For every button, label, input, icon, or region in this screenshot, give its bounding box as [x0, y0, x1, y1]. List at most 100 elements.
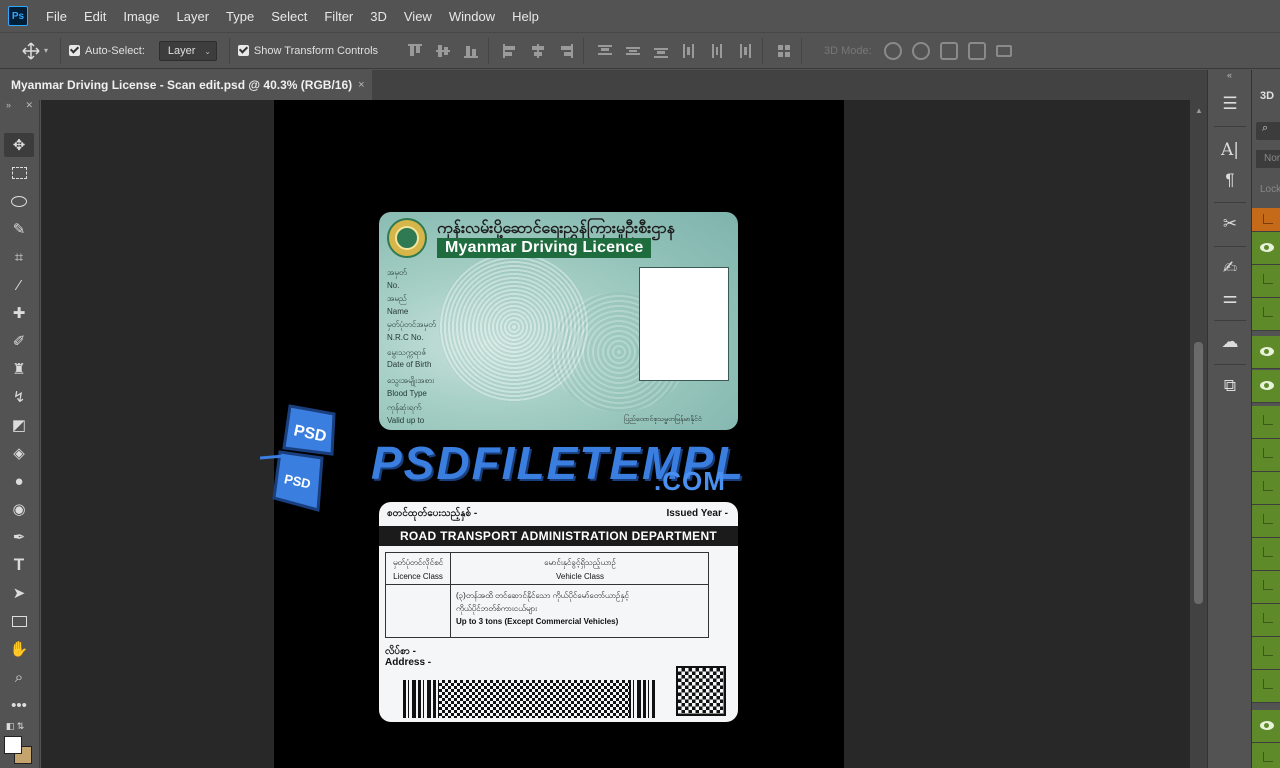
close-icon[interactable]: ✕	[25, 100, 33, 114]
menu-3d[interactable]: 3D	[370, 9, 387, 24]
scroll-up-icon[interactable]: ▲	[1195, 106, 1203, 115]
layer-row[interactable]	[1252, 670, 1280, 703]
expand-icon[interactable]: »	[6, 100, 11, 114]
auto-select-target-dropdown[interactable]: Layer ⌄	[158, 40, 217, 61]
rectangle-tool-icon[interactable]	[4, 609, 34, 633]
layer-row[interactable]	[1252, 336, 1280, 369]
clone-stamp-tool-icon[interactable]: ♜	[4, 357, 34, 381]
class-myanmar-line-2: ကိုယ်ပိုင်ဘတ်စ်ကားငယ်များ	[456, 604, 538, 613]
align-bottom-edges-icon[interactable]	[462, 42, 480, 60]
hand-tool-icon[interactable]: ✋	[4, 637, 34, 661]
panel-tab-3d[interactable]: 3D	[1260, 90, 1274, 102]
type-tool-icon[interactable]: T	[4, 553, 34, 577]
menu-select[interactable]: Select	[271, 9, 307, 24]
layer-row[interactable]	[1252, 505, 1280, 538]
3d-scale-icon[interactable]	[995, 44, 1012, 57]
layer-row[interactable]	[1252, 265, 1280, 298]
dodge-tool-icon[interactable]: ◉	[4, 497, 34, 521]
distribute-left-icon[interactable]	[680, 42, 698, 60]
layer-row[interactable]	[1252, 232, 1280, 265]
close-icon[interactable]: ×	[358, 79, 364, 91]
distribute-bottom-icon[interactable]	[652, 42, 670, 60]
visibility-eye-icon[interactable]	[1260, 243, 1274, 252]
move-tool-icon[interactable]: ✥	[4, 133, 34, 157]
layer-row[interactable]	[1252, 370, 1280, 403]
layer-row[interactable]	[1252, 538, 1280, 571]
history-brush-tool-icon[interactable]: ↯	[4, 385, 34, 409]
default-colors-icon[interactable]: ◧ ⇅	[0, 714, 30, 738]
pen-tool-icon[interactable]: ✒	[4, 525, 34, 549]
crop-tool-icon[interactable]: ⌗	[4, 245, 34, 269]
layer-row[interactable]	[1252, 637, 1280, 670]
menu-help[interactable]: Help	[512, 9, 539, 24]
menu-filter[interactable]: Filter	[324, 9, 353, 24]
3d-orbit-icon[interactable]	[883, 41, 902, 60]
menu-window[interactable]: Window	[449, 9, 495, 24]
quick-selection-tool-icon[interactable]: ✎	[4, 217, 34, 241]
layer-row-selected[interactable]	[1252, 208, 1280, 232]
rectangular-marquee-tool-icon[interactable]	[4, 161, 34, 185]
collapse-icon[interactable]: «	[1208, 70, 1251, 82]
3d-slide-icon[interactable]	[967, 41, 986, 60]
visibility-eye-icon[interactable]	[1260, 347, 1274, 356]
3d-pan-icon[interactable]	[939, 41, 958, 60]
layer-row[interactable]	[1252, 743, 1280, 768]
move-tool-preset[interactable]: ▾	[22, 41, 52, 60]
zoom-tool-icon[interactable]: ⌕	[4, 665, 34, 689]
vertical-scrollbar[interactable]: ▲	[1190, 100, 1207, 768]
character-panel-icon[interactable]: A|	[1217, 138, 1243, 162]
align-top-edges-icon[interactable]	[406, 42, 424, 60]
layer-row[interactable]	[1252, 439, 1280, 472]
auto-select-checkbox[interactable]	[69, 45, 80, 56]
show-transform-checkbox[interactable]	[237, 45, 249, 56]
paint-bucket-tool-icon[interactable]: ◈	[4, 441, 34, 465]
layer-row[interactable]	[1252, 710, 1280, 743]
canvas-area[interactable]: ကုန်းလမ်းပို့ဆောင်ရေးညွှန်ကြားမှုဦးစီးဌာ…	[41, 100, 1190, 768]
lasso-tool-icon[interactable]	[4, 189, 34, 213]
separator	[1214, 364, 1246, 365]
eraser-tool-icon[interactable]: ◩	[4, 413, 34, 437]
properties-panel-icon[interactable]: ☰	[1217, 92, 1243, 116]
distribute-right-icon[interactable]	[736, 42, 754, 60]
document-tab[interactable]: Myanmar Driving License - Scan edit.psd …	[0, 70, 372, 100]
distribute-top-icon[interactable]	[596, 42, 614, 60]
separator	[60, 37, 61, 64]
align-vertical-centers-icon[interactable]	[434, 42, 452, 60]
distribute-vertical-centers-icon[interactable]	[624, 42, 642, 60]
path-selection-tool-icon[interactable]: ➤	[4, 581, 34, 605]
auto-align-layers-icon[interactable]	[775, 42, 793, 60]
layer-row[interactable]	[1252, 604, 1280, 637]
distribute-horizontal-centers-icon[interactable]	[708, 42, 726, 60]
healing-brush-tool-icon[interactable]: ✚	[4, 301, 34, 325]
panel-dock: « ☰ A| ¶ ✂ ✍ ⚌ ☁ ⧉	[1207, 70, 1251, 768]
search-icon[interactable]: ⌕	[1256, 122, 1280, 140]
visibility-eye-icon[interactable]	[1260, 381, 1274, 390]
layer-row[interactable]	[1252, 472, 1280, 505]
menu-view[interactable]: View	[404, 9, 432, 24]
brush-tool-icon[interactable]: ✐	[4, 329, 34, 353]
foreground-color-swatch[interactable]	[4, 736, 22, 754]
paragraph-panel-icon[interactable]: ¶	[1217, 168, 1243, 192]
menu-file[interactable]: File	[46, 9, 67, 24]
adjustments-icon[interactable]: ⚌	[1217, 286, 1243, 310]
menu-type[interactable]: Type	[226, 9, 254, 24]
layer-row[interactable]	[1252, 298, 1280, 331]
align-left-edges-icon[interactable]	[501, 42, 519, 60]
align-right-edges-icon[interactable]	[557, 42, 575, 60]
channels-icon[interactable]: ⧉	[1217, 374, 1243, 398]
brush-settings-icon[interactable]: ✍	[1217, 256, 1243, 280]
menu-image[interactable]: Image	[123, 9, 159, 24]
eyedropper-tool-icon[interactable]: ⁄	[4, 273, 34, 297]
visibility-eye-icon[interactable]	[1260, 721, 1274, 730]
menu-layer[interactable]: Layer	[177, 9, 210, 24]
libraries-icon[interactable]: ☁	[1217, 330, 1243, 354]
layer-row[interactable]	[1252, 406, 1280, 439]
3d-roll-icon[interactable]	[911, 41, 930, 60]
tool-presets-icon[interactable]: ✂	[1217, 212, 1243, 236]
align-horizontal-centers-icon[interactable]	[529, 42, 547, 60]
menu-edit[interactable]: Edit	[84, 9, 106, 24]
scrollbar-thumb[interactable]	[1194, 342, 1203, 604]
layer-row[interactable]	[1252, 571, 1280, 604]
blur-tool-icon[interactable]: ●	[4, 469, 34, 493]
blend-mode-dropdown[interactable]: Nor	[1256, 150, 1280, 168]
